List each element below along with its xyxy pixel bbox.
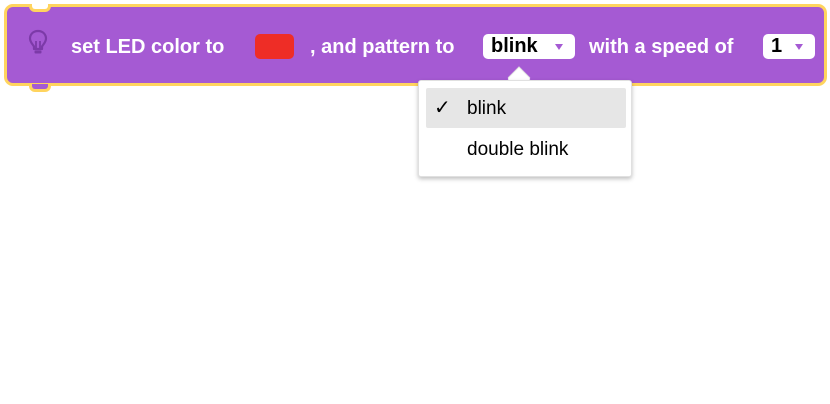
menu-item-double-blink[interactable]: double blink bbox=[426, 129, 626, 169]
pattern-dropdown-menu: ✓ blink double blink bbox=[418, 80, 632, 177]
menu-pointer-joint bbox=[505, 81, 533, 87]
chevron-down-icon bbox=[555, 44, 563, 50]
checkmark-icon: ✓ bbox=[434, 97, 451, 119]
block-bottom-notch bbox=[29, 84, 51, 92]
label-with-speed: with a speed of bbox=[589, 36, 734, 58]
pattern-dropdown-value: blink bbox=[491, 35, 538, 57]
led-color-field[interactable] bbox=[255, 34, 294, 59]
menu-item-label: double blink bbox=[467, 139, 569, 160]
block-top-notch bbox=[29, 4, 51, 12]
menu-item-blink[interactable]: ✓ blink bbox=[426, 88, 626, 128]
label-set-led-color: set LED color to bbox=[71, 36, 225, 58]
lightbulb-icon bbox=[28, 29, 48, 54]
set-led-block[interactable]: set LED color to , and pattern to blink … bbox=[4, 4, 827, 92]
workspace: set LED color to , and pattern to blink … bbox=[0, 0, 830, 404]
speed-dropdown[interactable]: 1 bbox=[763, 34, 815, 59]
chevron-down-icon bbox=[795, 44, 803, 50]
label-and-pattern: , and pattern to bbox=[310, 36, 455, 58]
pattern-dropdown[interactable]: blink bbox=[483, 34, 575, 59]
speed-dropdown-value: 1 bbox=[771, 35, 783, 57]
menu-item-label: blink bbox=[467, 98, 507, 119]
